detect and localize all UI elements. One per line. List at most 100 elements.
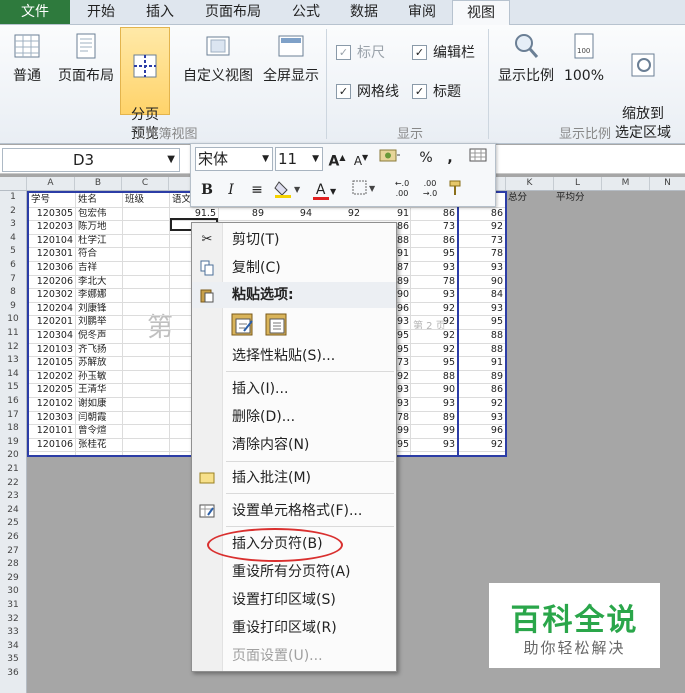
row-header[interactable]: 1 bbox=[0, 191, 26, 205]
column-header[interactable]: L bbox=[554, 177, 602, 190]
row-header[interactable]: 7 bbox=[0, 273, 26, 287]
column-header[interactable]: A bbox=[27, 177, 75, 190]
decrease-font-icon[interactable]: A▼ bbox=[351, 147, 371, 169]
row-header[interactable]: 23 bbox=[0, 490, 26, 504]
row-header[interactable]: 24 bbox=[0, 504, 26, 518]
bold-button[interactable]: B bbox=[197, 179, 217, 201]
menu-item-reset-print-area[interactable]: 重设打印区域(R) bbox=[192, 615, 396, 641]
page-break-preview-button[interactable]: 分页 预览 bbox=[120, 27, 170, 142]
row-header[interactable]: 26 bbox=[0, 531, 26, 545]
menu-item-insert[interactable]: 插入(I)... bbox=[192, 376, 396, 402]
menu-item-paste-special[interactable]: 选择性粘贴(S)... bbox=[192, 343, 396, 369]
tab-data[interactable]: 数据 bbox=[336, 0, 392, 24]
row-header[interactable]: 19 bbox=[0, 436, 26, 450]
menu-item-set-print-area[interactable]: 设置打印区域(S) bbox=[192, 587, 396, 613]
ruler-checkbox[interactable]: ✓ 标尺 bbox=[336, 43, 385, 63]
comma-style-button[interactable]: , bbox=[443, 147, 457, 169]
chevron-down-icon[interactable]: ▼ bbox=[167, 149, 175, 171]
menu-item-format-cells[interactable]: 设置单元格格式(F)... bbox=[192, 498, 396, 524]
headings-checkbox[interactable]: ✓ 标题 bbox=[412, 82, 461, 102]
column-header[interactable]: K bbox=[506, 177, 554, 190]
name-box[interactable]: D3 ▼ bbox=[2, 148, 180, 172]
tab-file[interactable]: 文件 bbox=[0, 0, 70, 24]
cell-id: 120306 bbox=[36, 262, 73, 273]
row-header[interactable]: 27 bbox=[0, 545, 26, 559]
row-header[interactable]: 32 bbox=[0, 613, 26, 627]
row-header[interactable]: 28 bbox=[0, 558, 26, 572]
row-header[interactable]: 12 bbox=[0, 341, 26, 355]
menu-item-clear-contents[interactable]: 清除内容(N) bbox=[192, 432, 396, 458]
column-header[interactable]: M bbox=[602, 177, 650, 190]
row-header[interactable]: 2 bbox=[0, 205, 26, 219]
row-header[interactable]: 8 bbox=[0, 286, 26, 300]
menu-item-delete[interactable]: 删除(D)... bbox=[192, 404, 396, 430]
zoom-100-button[interactable]: 100 100% bbox=[560, 27, 608, 105]
formula-bar-checkbox[interactable]: ✓ 编辑栏 bbox=[412, 43, 475, 63]
row-header[interactable]: 29 bbox=[0, 572, 26, 586]
decrease-decimal-icon[interactable]: .00 →.0 bbox=[417, 179, 443, 201]
select-all-corner[interactable] bbox=[0, 177, 27, 190]
column-header[interactable]: C bbox=[122, 177, 169, 190]
fill-color-icon[interactable]: ▼ bbox=[273, 179, 303, 201]
row-header[interactable]: 10 bbox=[0, 313, 26, 327]
page-layout-view-button[interactable]: 页面布局 bbox=[54, 27, 118, 105]
column-header[interactable]: N bbox=[650, 177, 685, 190]
paste-formulas-icon[interactable] bbox=[230, 311, 258, 337]
row-header[interactable]: 4 bbox=[0, 232, 26, 246]
cell-value: 86 bbox=[490, 207, 503, 219]
row-header[interactable]: 18 bbox=[0, 422, 26, 436]
menu-item-reset-all-page-breaks[interactable]: 重设所有分页符(A) bbox=[192, 559, 396, 585]
currency-format-icon[interactable] bbox=[377, 147, 403, 169]
zoom-to-selection-button[interactable]: 缩放到 选定区域 bbox=[610, 27, 676, 141]
page-break-line[interactable] bbox=[457, 193, 459, 455]
row-header[interactable]: 20 bbox=[0, 449, 26, 463]
row-header[interactable]: 13 bbox=[0, 354, 26, 368]
tab-home[interactable]: 开始 bbox=[72, 0, 130, 24]
paste-values-icon[interactable] bbox=[264, 311, 292, 337]
row-header[interactable]: 34 bbox=[0, 640, 26, 654]
align-center-icon[interactable]: ≡ bbox=[247, 179, 267, 201]
full-screen-button[interactable]: 全屏显示 bbox=[260, 27, 322, 105]
row-header[interactable]: 16 bbox=[0, 395, 26, 409]
row-header[interactable]: 6 bbox=[0, 259, 26, 273]
row-header[interactable]: 5 bbox=[0, 245, 26, 259]
row-header[interactable]: 9 bbox=[0, 300, 26, 314]
row-header[interactable]: 31 bbox=[0, 599, 26, 613]
row-header[interactable]: 17 bbox=[0, 409, 26, 423]
column-header[interactable]: B bbox=[75, 177, 122, 190]
row-header[interactable]: 14 bbox=[0, 368, 26, 382]
italic-button[interactable]: I bbox=[221, 179, 241, 201]
font-color-button[interactable]: A ▼ bbox=[311, 179, 341, 201]
svg-text:▼: ▼ bbox=[294, 185, 301, 194]
tab-insert[interactable]: 插入 bbox=[132, 0, 188, 24]
menu-item-copy[interactable]: 复制(C) bbox=[192, 255, 396, 281]
gridlines-checkbox[interactable]: ✓ 网格线 bbox=[336, 82, 399, 102]
row-header[interactable]: 21 bbox=[0, 463, 26, 477]
borders-icon[interactable]: ▼ bbox=[351, 179, 379, 201]
row-header[interactable]: 11 bbox=[0, 327, 26, 341]
row-header[interactable]: 30 bbox=[0, 585, 26, 599]
menu-item-insert-comment[interactable]: 插入批注(M) bbox=[192, 465, 396, 491]
row-header[interactable]: 3 bbox=[0, 218, 26, 232]
row-header[interactable]: 25 bbox=[0, 517, 26, 531]
format-painter-icon[interactable] bbox=[445, 179, 467, 201]
font-size-dropdown[interactable]: 11 ▼ bbox=[275, 147, 323, 171]
tab-formulas[interactable]: 公式 bbox=[278, 0, 334, 24]
normal-view-button[interactable]: 普通 bbox=[4, 27, 50, 105]
zoom-button[interactable]: 显示比例 bbox=[494, 27, 558, 105]
percent-style-button[interactable]: % bbox=[417, 147, 435, 169]
menu-item-cut[interactable]: ✂ 剪切(T) bbox=[192, 227, 396, 253]
increase-font-icon[interactable]: A▲ bbox=[327, 147, 347, 170]
row-header[interactable]: 33 bbox=[0, 626, 26, 640]
tab-review[interactable]: 审阅 bbox=[394, 0, 450, 24]
format-painter-table-icon[interactable] bbox=[467, 147, 489, 169]
tab-page-layout[interactable]: 页面布局 bbox=[190, 0, 276, 24]
row-header[interactable]: 15 bbox=[0, 381, 26, 395]
row-header[interactable]: 22 bbox=[0, 477, 26, 491]
custom-views-button[interactable]: 自定义视图 bbox=[178, 27, 258, 105]
row-header[interactable]: 35 bbox=[0, 653, 26, 667]
row-header[interactable]: 36 bbox=[0, 667, 26, 681]
tab-view[interactable]: 视图 bbox=[452, 0, 510, 26]
increase-decimal-icon[interactable]: ←.0.00 bbox=[389, 179, 415, 201]
font-name-dropdown[interactable]: 宋体 ▼ bbox=[195, 147, 273, 171]
